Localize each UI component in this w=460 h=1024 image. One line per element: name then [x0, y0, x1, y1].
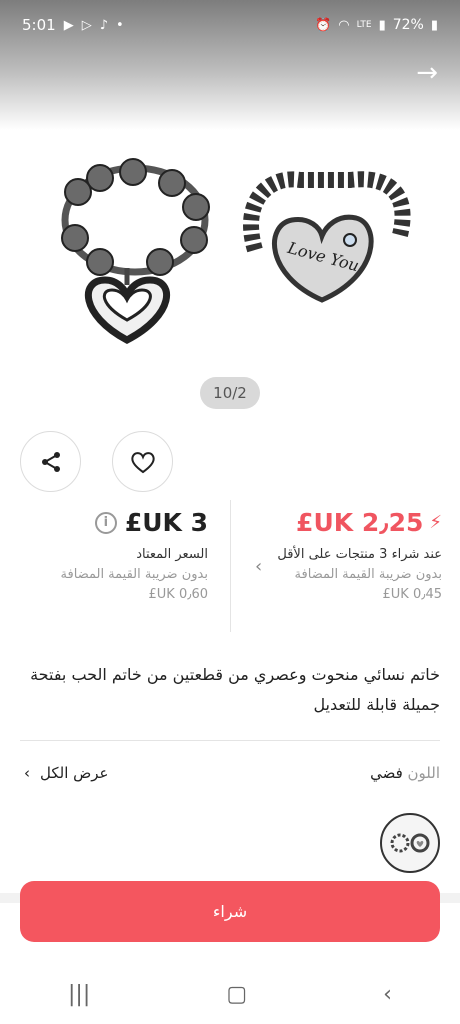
- regular-vat-note: بدون ضريبة القيمة المضافة: [60, 567, 208, 582]
- regular-price: i £UK 3: [18, 508, 208, 537]
- bead-ring-image: [61, 158, 210, 344]
- color-row: ‹ عرض الكل اللون فضي: [20, 764, 440, 788]
- play-store-icon: ▷: [81, 17, 92, 33]
- sale-vat-note: بدون ضريبة القيمة المضافة: [294, 567, 442, 582]
- sale-condition: عند شراء 3 منتجات على الأقل: [277, 547, 442, 562]
- color-value: فضي: [370, 764, 403, 782]
- ring-images: Love You: [61, 158, 411, 344]
- chevron-left-icon[interactable]: ‹: [255, 556, 262, 577]
- recent-apps-icon[interactable]: |||: [68, 982, 90, 1007]
- buy-button[interactable]: شراء: [20, 881, 440, 942]
- signal-icon: ▮: [378, 17, 386, 33]
- wifi-icon: ◠: [338, 17, 350, 33]
- product-image-gallery[interactable]: Love You: [0, 0, 460, 420]
- battery-icon: ▮: [430, 17, 438, 33]
- back-icon[interactable]: ‹: [383, 982, 392, 1007]
- view-all-label: عرض الكل: [40, 764, 109, 782]
- ring-thumbnail-icon: [390, 833, 430, 853]
- status-bar: 5:01 ▶ ▷ ♪ • ⏰ ◠ LTE ▮ 72% ▮: [0, 0, 460, 50]
- regular-label: السعر المعتاد: [136, 547, 208, 562]
- color-label: اللون فضي: [370, 764, 440, 782]
- share-icon: [41, 451, 60, 472]
- info-icon[interactable]: i: [94, 511, 117, 534]
- home-icon[interactable]: ▢: [226, 982, 247, 1007]
- color-key: اللون: [407, 764, 440, 782]
- alarm-icon: ⏰: [315, 17, 332, 33]
- share-button[interactable]: [20, 431, 81, 492]
- price-divider: [230, 500, 231, 632]
- lte-label: LTE: [356, 20, 372, 30]
- youtube-icon: ▶: [63, 17, 74, 33]
- lightning-icon: ⚡: [429, 512, 442, 533]
- regular-price-value: £UK 3: [124, 508, 208, 537]
- view-all-link[interactable]: ‹ عرض الكل: [24, 764, 109, 782]
- sale-vat-amount: £UK 0٫45: [382, 587, 443, 602]
- sale-price: £UK 2٫25 ⚡: [260, 508, 442, 537]
- bulk-price-block: £UK 2٫25 ⚡ عند شراء 3 منتجات على الأقل ب…: [260, 508, 442, 605]
- forward-arrow-icon[interactable]: →: [416, 58, 438, 88]
- regular-vat-amount: £UK 0٫60: [148, 587, 209, 602]
- heart-icon: [130, 451, 155, 473]
- price-section: £UK 2٫25 ⚡ عند شراء 3 منتجات على الأقل ب…: [0, 500, 460, 635]
- system-nav-bar: ||| ▢ ‹: [0, 964, 460, 1024]
- tiktok-icon: ♪: [99, 17, 108, 33]
- sale-price-value: £UK 2٫25: [296, 508, 424, 537]
- color-swatch-silver[interactable]: [380, 813, 440, 873]
- section-divider: [20, 740, 440, 741]
- favorite-button[interactable]: [112, 431, 173, 492]
- regular-price-block: i £UK 3 السعر المعتاد بدون ضريبة القيمة …: [18, 508, 208, 605]
- image-counter: 10/2: [200, 377, 260, 409]
- chevron-left-icon: ‹: [24, 764, 30, 782]
- product-description: خاتم نسائي منحوت وعصري من قطعتين من خاتم…: [30, 665, 440, 714]
- status-time: 5:01: [22, 16, 56, 34]
- notification-dot-icon: •: [115, 17, 124, 33]
- battery-percent: 72%: [392, 17, 424, 33]
- heart-ring-image: Love You: [243, 171, 411, 303]
